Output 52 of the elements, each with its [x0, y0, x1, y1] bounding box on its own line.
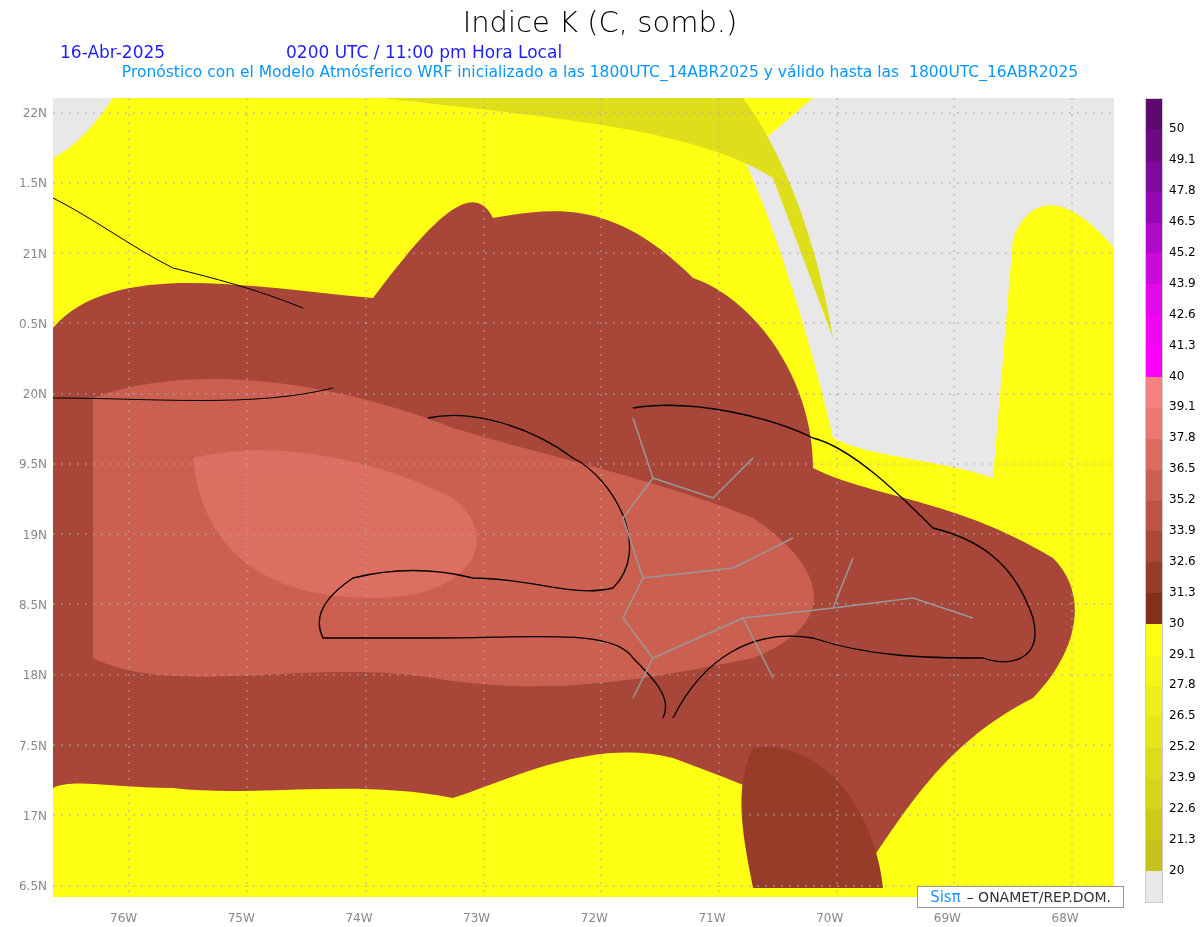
longitude-label: 73W: [463, 910, 491, 927]
legend-label: 32.6: [1169, 553, 1196, 568]
legend-label: 36.5: [1169, 461, 1196, 476]
longitude-label: 76W: [110, 910, 138, 927]
legend-label: 27.8: [1169, 677, 1196, 692]
longitude-label: 75W: [227, 910, 255, 927]
legend-label: 41.3: [1169, 337, 1196, 352]
latitude-label: 20N: [22, 386, 47, 404]
legend-label: 22.6: [1169, 801, 1196, 816]
legend-label: 40: [1169, 368, 1185, 383]
legend-label: 49.1: [1169, 152, 1196, 167]
legend-label: 30: [1169, 615, 1185, 630]
legend-label: 20: [1169, 862, 1185, 877]
legend-label: 35.2: [1169, 492, 1196, 507]
longitude-label: 71W: [698, 910, 726, 927]
longitude-label: 68W: [1051, 910, 1079, 927]
latitude-label: 7.5N: [18, 737, 47, 755]
chart-title: Indice K (C, somb.): [462, 4, 738, 41]
legend-label: 25.2: [1169, 739, 1196, 754]
legend-label: 45.2: [1169, 245, 1196, 259]
legend-label: 21.3: [1169, 831, 1196, 846]
longitude-label: 70W: [816, 910, 844, 927]
longitude-label: 72W: [580, 910, 608, 927]
credit-brand: Sisπ: [930, 886, 961, 908]
forecast-subtitle: Pronóstico con el Modelo Atmósferico WRF inicializado a las 1800UTC_14ABR2025 y válido hasta las 1800UTC_16ABR2025: [121, 62, 1079, 82]
credit-text: – ONAMET/REP.DOM.: [966, 887, 1111, 907]
latitude-label: 19N: [22, 526, 47, 544]
legend-label: 39.1: [1169, 399, 1196, 414]
legend-label: 31.3: [1169, 584, 1196, 599]
latitude-label: 8.5N: [18, 597, 47, 615]
latitude-label: 22N: [22, 105, 47, 122]
longitude-label: 74W: [345, 910, 373, 927]
latitude-label: 9.5N: [18, 456, 47, 474]
latitude-label: 0.5N: [18, 315, 47, 333]
legend-label: 50: [1169, 121, 1185, 136]
latitude-label: 6.5N: [18, 878, 47, 896]
legend-label: 23.9: [1169, 770, 1196, 785]
legend-label: 37.8: [1169, 430, 1196, 445]
forecast-time: 0200 UTC / 11:00 pm Hora Local: [286, 42, 563, 62]
forecast-date: 16-Abr-2025: [60, 42, 167, 62]
legend-label: 29.1: [1169, 646, 1196, 661]
latitude-label: 17N: [22, 807, 47, 825]
latitude-label: 21N: [22, 245, 47, 263]
legend-label: 46.5: [1169, 214, 1196, 229]
legend-label: 26.5: [1169, 708, 1196, 723]
legend-label: 33.9: [1169, 523, 1196, 537]
legend-label: 42.6: [1169, 306, 1196, 321]
legend-label: 43.9: [1169, 275, 1196, 290]
legend-label: 47.8: [1169, 183, 1196, 198]
latitude-label: 18N: [22, 667, 47, 685]
latitude-label: 1.5N: [18, 175, 47, 193]
longitude-label: 69W: [933, 910, 961, 927]
